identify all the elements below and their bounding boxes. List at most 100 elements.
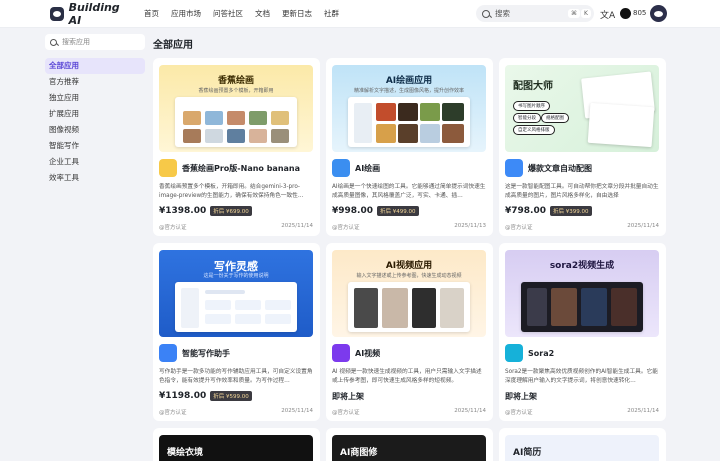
discount-badge: 折后 ¥399.00 bbox=[550, 206, 592, 216]
app-price: ¥1198.00 bbox=[159, 391, 207, 401]
app-banner: 写作灵感 这是一份关于写作的使用说明 bbox=[159, 250, 313, 337]
app-banner: sora2视频生成 bbox=[505, 250, 659, 337]
discount-badge: 折后 ¥599.00 bbox=[210, 391, 252, 401]
feature-tag: 规格配图 bbox=[541, 113, 569, 123]
nav-qa-community[interactable]: 问答社区 bbox=[213, 8, 243, 19]
paint-brush-icon bbox=[332, 159, 350, 177]
github-icon[interactable] bbox=[620, 8, 631, 19]
sidebar-item-standalone[interactable]: 独立应用 bbox=[45, 90, 145, 106]
app-description: 这是一款智能配图工具。可自动帮你把文章分段并批量自动生成高质量的图片，图片风格多… bbox=[505, 184, 659, 199]
app-price: ¥1398.00 bbox=[159, 206, 207, 216]
shortcut-cmd-key: ⌘ bbox=[568, 9, 580, 18]
app-name: AI视频 bbox=[355, 348, 381, 358]
nav-community[interactable]: 社群 bbox=[324, 8, 339, 19]
sidebar-item-extension[interactable]: 扩展应用 bbox=[45, 106, 145, 122]
app-preview-image bbox=[521, 282, 643, 332]
banner-subtitle: 精准解析文字描述，生成图像风格，提升创作效率 bbox=[353, 88, 464, 94]
app-price: ¥998.00 bbox=[332, 206, 373, 216]
shortcut-k-key: K bbox=[581, 9, 591, 18]
app-card-ai-video[interactable]: AI视频应用 输入文字描述或上传参考图，快速生成动态视频 AI视频 AI 视频是… bbox=[326, 243, 493, 421]
page-title: 全部应用 bbox=[153, 40, 193, 51]
app-price: ¥798.00 bbox=[505, 206, 546, 216]
app-card-sora2[interactable]: sora2视频生成 Sora2 Sora2是一款聚焦高效优质视频创作的AI智能生… bbox=[499, 243, 666, 421]
brand-name: Building AI bbox=[68, 0, 120, 27]
brand-logo[interactable]: Building AI bbox=[50, 1, 134, 27]
top-navbar: Building AI 首页 应用市场 问答社区 文档 更新日志 社群 搜索 ⌘… bbox=[0, 0, 720, 28]
sidebar-item-all[interactable]: 全部应用 bbox=[45, 58, 145, 74]
sidebar-item-enterprise[interactable]: 企业工具 bbox=[45, 154, 145, 170]
banana-icon bbox=[159, 159, 177, 177]
global-search[interactable]: 搜索 ⌘ K bbox=[476, 5, 594, 22]
app-date: 2025/11/13 bbox=[454, 223, 486, 229]
app-preview-image bbox=[348, 97, 470, 147]
app-date: 2025/11/14 bbox=[627, 223, 659, 229]
github-stars: 805 bbox=[633, 9, 647, 17]
app-banner: AI绘画应用 精准解析文字描述，生成图像风格，提升创作效率 bbox=[332, 65, 486, 152]
nav-changelog[interactable]: 更新日志 bbox=[282, 8, 312, 19]
search-icon bbox=[482, 9, 490, 18]
app-name: 爆款文章自动配图 bbox=[528, 163, 592, 173]
app-author: @官方认证 bbox=[505, 225, 533, 231]
app-preview-image bbox=[348, 282, 470, 332]
app-card-article-illustrator[interactable]: 配图大师 书写图片顺序 智能分段 规格配图 自定义风格排版 爆款文章自动配图 这… bbox=[499, 58, 666, 236]
app-description: Sora2是一款聚焦高效优质视频创作的AI智能生成工具。它能深度理解用户输入的文… bbox=[505, 369, 658, 384]
app-card-writing-assistant[interactable]: 写作灵感 这是一份关于写作的使用说明 智能写作助手 写作助手是一款多功能的写作辅… bbox=[153, 243, 320, 421]
app-search-placeholder: 搜索应用 bbox=[62, 38, 90, 46]
app-date: 2025/11/14 bbox=[627, 408, 659, 414]
banner-title: 模绘衣境 bbox=[167, 448, 204, 458]
app-card-ai-painting[interactable]: AI绘画应用 精准解析文字描述，生成图像风格，提升创作效率 AI绘画 AI绘画是… bbox=[326, 58, 493, 236]
feature-tag: 书写图片顺序 bbox=[513, 101, 550, 111]
nav-app-market[interactable]: 应用市场 bbox=[171, 8, 201, 19]
app-author: @官方认证 bbox=[159, 410, 187, 416]
banner-subtitle: 输入文字描述或上传参考图，快速生成动态视频 bbox=[356, 273, 462, 279]
search-icon bbox=[50, 38, 57, 46]
app-preview-image bbox=[175, 97, 297, 147]
app-card-ai-resume[interactable]: AI简历 bbox=[499, 428, 666, 461]
app-banner: AI商图修 bbox=[332, 435, 486, 461]
banner-title: sora2视频生成 bbox=[549, 261, 615, 271]
app-date: 2025/11/14 bbox=[454, 408, 486, 414]
app-author: @官方认证 bbox=[332, 225, 360, 231]
app-author: @官方认证 bbox=[332, 410, 360, 416]
app-description: 香蕉绘画预置多个模板，开箱即用。结合gemini-3-pro-image-pre… bbox=[159, 184, 304, 199]
feature-tag: 自定义风格排版 bbox=[513, 125, 555, 135]
banner-subtitle: 这是一份关于写作的使用说明 bbox=[203, 273, 269, 279]
app-description: AI绘画是一个快速绘图的工具。它能够通过简单提示词快速生成高质量图像，其风格覆盖… bbox=[332, 184, 486, 199]
app-search-input[interactable]: 搜索应用 bbox=[45, 34, 145, 50]
app-card-nano-banana[interactable]: 香蕉绘画 香蕉绘画预置多个模板，开箱即用 香蕉绘画Pro版-Nano banan… bbox=[153, 58, 320, 236]
app-card-outfit[interactable]: 模绘衣境 bbox=[153, 428, 320, 461]
app-date: 2025/11/14 bbox=[281, 223, 313, 229]
app-banner: 香蕉绘画 香蕉绘画预置多个模板，开箱即用 bbox=[159, 65, 313, 152]
app-card-product-retouch[interactable]: AI商图修 bbox=[326, 428, 493, 461]
app-name: Sora2 bbox=[528, 348, 555, 358]
coming-soon-label: 即将上架 bbox=[505, 392, 537, 401]
app-preview-image bbox=[175, 282, 297, 332]
app-date: 2025/11/14 bbox=[281, 408, 313, 414]
app-description: AI 视频是一款快速生成视频的工具，用户只需输入文字描述或上传参考图，即可快速生… bbox=[332, 369, 482, 384]
nav-home[interactable]: 首页 bbox=[144, 8, 159, 19]
nav-docs[interactable]: 文档 bbox=[255, 8, 270, 19]
app-author: @官方认证 bbox=[159, 225, 187, 231]
sidebar-item-productivity[interactable]: 效率工具 bbox=[45, 170, 145, 186]
banner-title: AI绘画应用 bbox=[385, 76, 433, 86]
sidebar-item-image-video[interactable]: 图像视频 bbox=[45, 122, 145, 138]
feature-tag: 智能分段 bbox=[513, 113, 541, 123]
banner-title: 香蕉绘画 bbox=[217, 76, 254, 86]
app-description: 写作助手是一款多功能的写作辅助应用工具，可自定义设置角色指令，能有效提升写作效率… bbox=[159, 369, 313, 384]
sidebar-item-writing[interactable]: 智能写作 bbox=[45, 138, 145, 154]
play-icon bbox=[332, 344, 350, 362]
app-banner: 模绘衣境 bbox=[159, 435, 313, 461]
banner-subtitle: 香蕉绘画预置多个模板，开箱即用 bbox=[198, 88, 274, 94]
banner-title: 配图大师 bbox=[513, 81, 553, 92]
coming-soon-label: 即将上架 bbox=[332, 392, 364, 401]
banner-title: AI视频应用 bbox=[385, 261, 433, 271]
sidebar-item-official[interactable]: 官方推荐 bbox=[45, 74, 145, 90]
app-author: @官方认证 bbox=[505, 410, 533, 416]
translate-icon[interactable]: 文A bbox=[600, 8, 615, 21]
user-avatar[interactable] bbox=[650, 5, 667, 22]
app-name: 香蕉绘画Pro版-Nano banana bbox=[182, 163, 301, 173]
app-banner: AI视频应用 输入文字描述或上传参考图，快速生成动态视频 bbox=[332, 250, 486, 337]
brand-logo-icon bbox=[50, 6, 64, 21]
discount-badge: 折后 ¥699.00 bbox=[210, 206, 252, 216]
banner-title: AI简历 bbox=[513, 448, 542, 458]
